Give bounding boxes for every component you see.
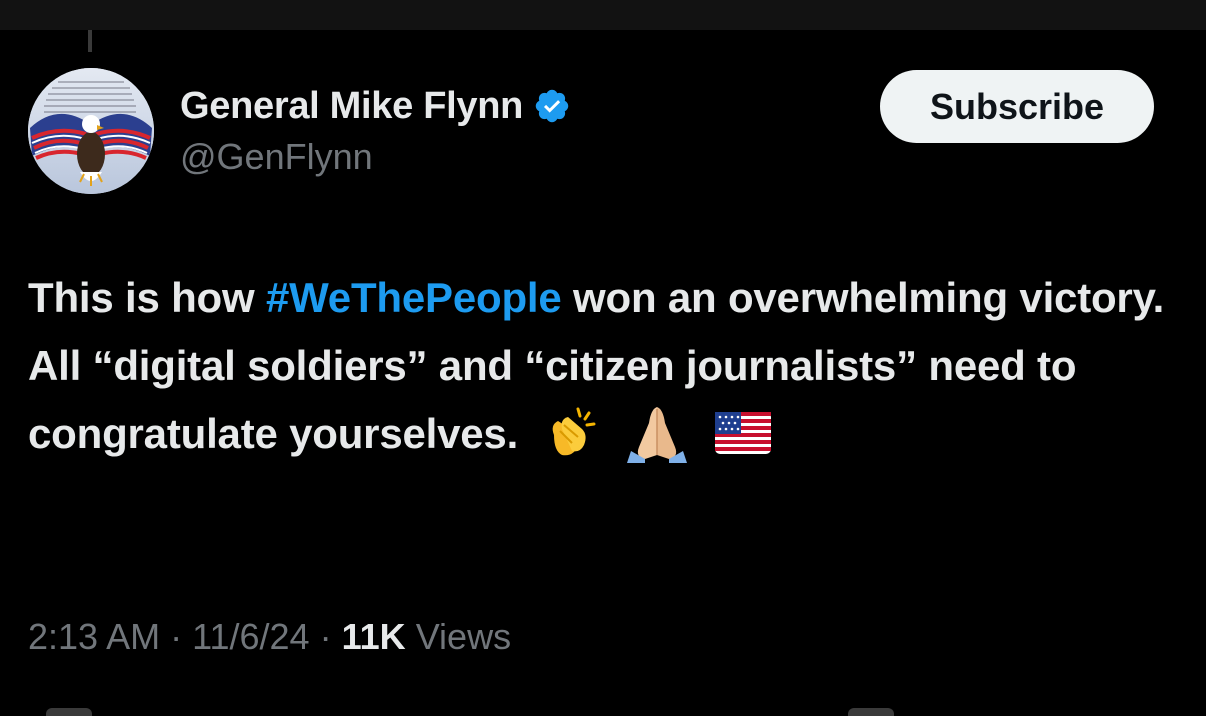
- meta-separator: ·: [319, 616, 332, 657]
- tweet-date[interactable]: 11/6/24: [192, 616, 309, 657]
- bookmark-icon[interactable]: [848, 708, 894, 716]
- top-bar: [0, 0, 1206, 30]
- verified-badge-icon[interactable]: [533, 87, 571, 125]
- eagle-flag-avatar-icon: [28, 68, 154, 194]
- meta-separator: ·: [170, 616, 183, 657]
- us-flag-icon: [714, 411, 771, 454]
- tweet-meta: 2:13 AM · 11/6/24 · 11K Views: [28, 616, 511, 658]
- avatar[interactable]: [28, 68, 154, 194]
- folded-hands-icon: [627, 406, 688, 463]
- tweet-time[interactable]: 2:13 AM: [28, 616, 160, 657]
- tweet-text: This is how #WeThePeople won an overwhel…: [28, 264, 1178, 468]
- author-display-name[interactable]: General Mike Flynn: [180, 85, 523, 128]
- tweet-text-part: This is how: [28, 274, 266, 321]
- author-handle[interactable]: @GenFlynn: [180, 136, 373, 178]
- reply-icon[interactable]: [46, 708, 92, 716]
- views-count[interactable]: 11K: [342, 616, 406, 657]
- hashtag-link[interactable]: #WeThePeople: [266, 274, 562, 321]
- thread-connector-line: [88, 30, 92, 52]
- views-label[interactable]: Views: [416, 616, 511, 657]
- clapping-hands-icon: [552, 407, 596, 456]
- subscribe-button[interactable]: Subscribe: [880, 70, 1154, 143]
- author-name-row[interactable]: General Mike Flynn: [180, 84, 571, 128]
